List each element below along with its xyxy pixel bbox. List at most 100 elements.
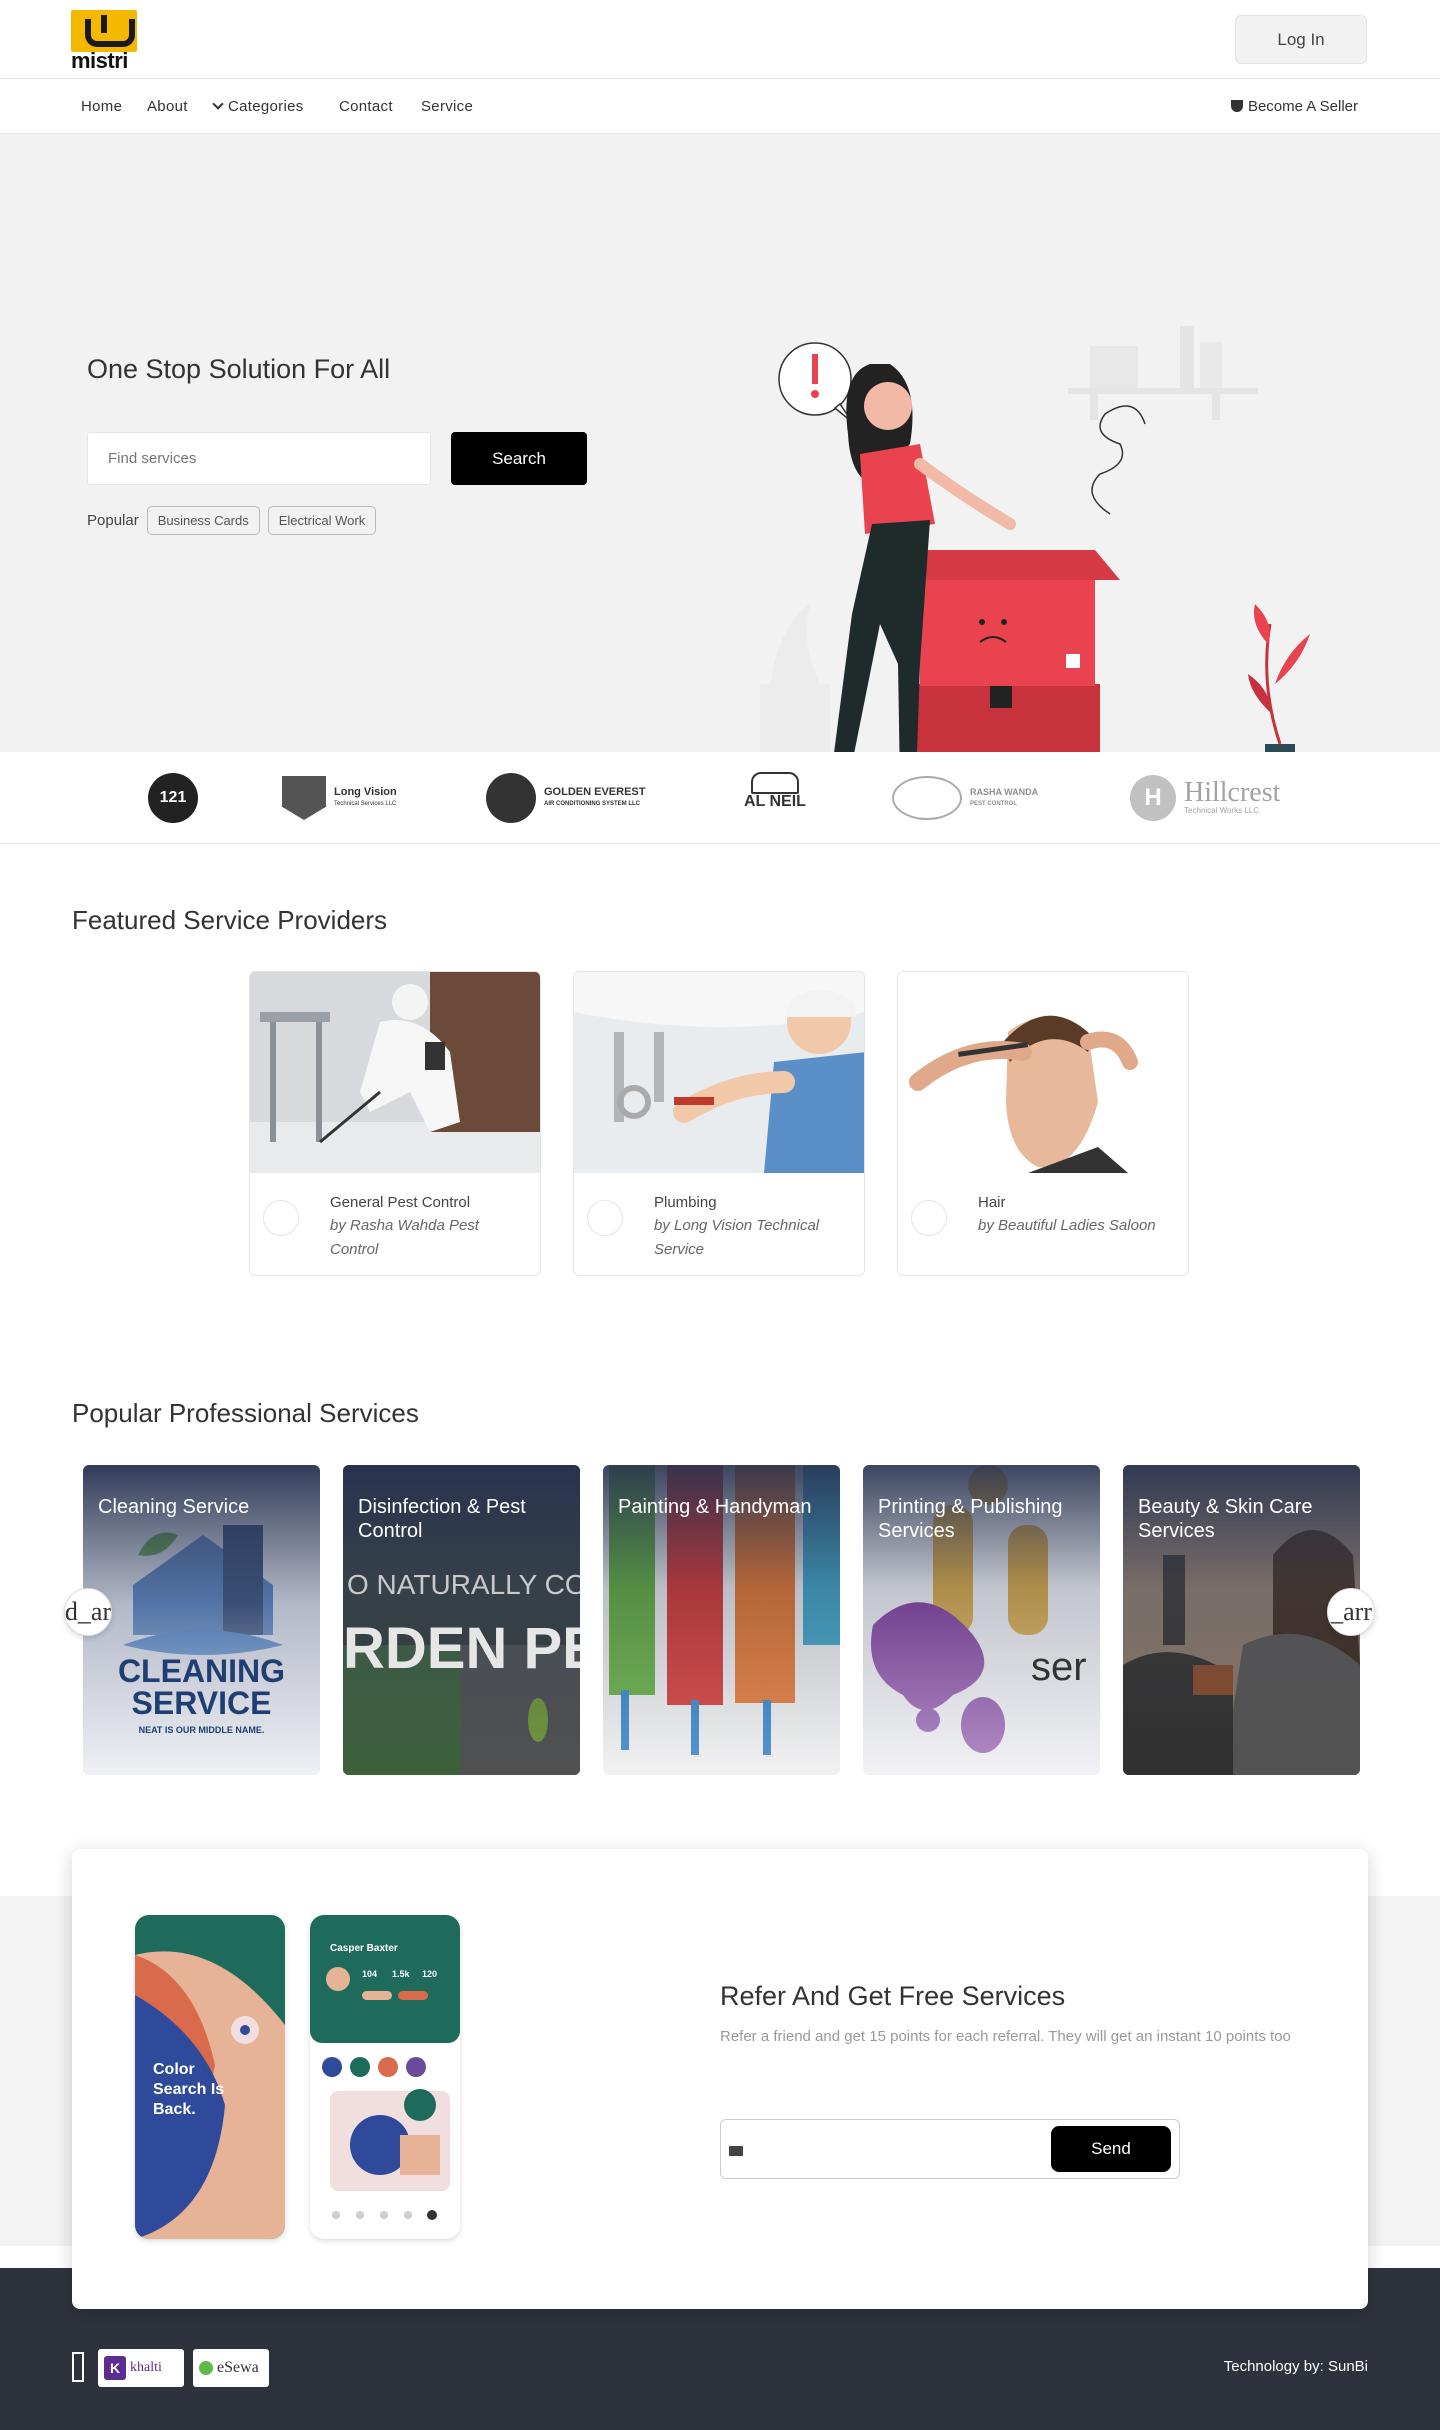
brand-hillcrest-name: Hillcrest — [1184, 777, 1281, 808]
service-card-label: Cleaning Service — [98, 1496, 250, 1518]
hero-title: One Stop Solution For All — [87, 354, 391, 384]
referral-email-field[interactable]: Send — [720, 2119, 1180, 2179]
brand-rasha-wanda: RASHA WANDA PEST CONTROL — [892, 772, 1038, 824]
payment-placeholder-icon — [72, 2352, 84, 2382]
featured-card-title: General Pest Control — [330, 1194, 471, 1211]
become-seller-link[interactable]: Become A Seller — [1230, 98, 1358, 115]
brand-strip: 121 Long Vision Technical Services LLC GO… — [0, 752, 1440, 844]
service-card-painting[interactable]: Painting & Handyman — [603, 1465, 840, 1775]
service-card-label: Printing & Publishing Services — [878, 1496, 1063, 1542]
refer-title: Refer And Get Free Services — [720, 1981, 1066, 2011]
esewa-badge[interactable]: eSewa — [193, 2349, 269, 2387]
carousel-next-icon: _arr — [1330, 1597, 1372, 1626]
phone-mockup-profile: Casper Baxter 104 1.5k 120 — [310, 1915, 460, 2239]
esewa-label: eSewa — [217, 2359, 259, 2376]
brand-rasha-wanda-sub: PEST CONTROL — [970, 801, 1018, 807]
top-header: mistri Log In — [0, 0, 1440, 79]
phone-mockup-color-search: Color Search Is Back. — [135, 1915, 285, 2239]
profile-avatar — [326, 1967, 350, 1991]
featured-card-provider: by Long Vision Technical Service — [654, 1217, 820, 1258]
phone-headline: Color Search Is Back. — [153, 2061, 225, 2118]
plumbing-image — [574, 972, 864, 1173]
cleaning-art-sub: NEAT IS OUR MIDDLE NAME. — [138, 1725, 265, 1735]
nav-categories[interactable]: Categories — [212, 98, 304, 115]
snowflake-logo-icon — [486, 773, 536, 823]
brand-long-vision: Long Vision Technical Services LLC — [282, 772, 397, 824]
profile-name: Casper Baxter — [330, 1943, 398, 1954]
nav-home[interactable]: Home — [81, 98, 122, 115]
brand-hillcrest: H Hillcrest Technical Works LLC — [1130, 772, 1280, 824]
main-nav: Home About Categories Contact Service Be… — [0, 80, 1440, 134]
chevron-down-icon — [212, 98, 224, 110]
service-card-label: Beauty & Skin Care Services — [1138, 1496, 1313, 1542]
carousel-prev-button[interactable]: d_ar — [64, 1588, 112, 1636]
carousel-next-button[interactable]: _arr — [1327, 1588, 1375, 1636]
featured-card[interactable]: Plumbing by Long Vision Technical Servic… — [573, 971, 865, 1276]
tag-electrical-work[interactable]: Electrical Work — [267, 506, 377, 535]
brand-long-vision-sub: Technical Services LLC — [334, 801, 397, 807]
car-logo-icon — [750, 772, 799, 794]
disinfection-art-text2: RDEN PE — [343, 1616, 580, 1681]
logo-text: mistri — [71, 48, 128, 73]
search-button[interactable]: Search — [451, 432, 587, 485]
featured-title: Featured Service Providers — [72, 905, 388, 935]
brand-rasha-wanda-name: RASHA WANDA — [970, 787, 1039, 797]
service-card-label: Painting & Handyman — [618, 1496, 812, 1518]
brand-long-vision-name: Long Vision — [334, 786, 397, 798]
featured-card-title: Plumbing — [654, 1194, 717, 1211]
service-card-cleaning[interactable]: CLEANING SERVICE NEAT IS OUR MIDDLE NAME… — [83, 1465, 320, 1775]
send-button[interactable]: Send — [1051, 2126, 1171, 2172]
nav-service[interactable]: Service — [421, 98, 473, 115]
brand-121-logo-icon: 121 — [148, 773, 198, 823]
bug-logo-icon — [892, 776, 962, 820]
profile-stat: 1.5k — [392, 1969, 410, 1979]
h-logo-icon: H — [1130, 775, 1176, 821]
brand-golden-everest-name: GOLDEN EVEREST — [544, 786, 646, 798]
provider-avatar — [587, 1200, 623, 1236]
nav-about[interactable]: About — [147, 98, 188, 115]
tag-business-cards[interactable]: Business Cards — [146, 506, 260, 535]
disinfection-art-text: O NATURALLY CO — [347, 1569, 580, 1600]
cleaning-art-text: CLEANING SERVICE — [117, 1653, 286, 1721]
featured-card-provider: by Beautiful Ladies Saloon — [978, 1217, 1156, 1234]
trophy-icon — [1230, 100, 1243, 112]
envelope-icon — [729, 2146, 743, 2156]
brand-golden-everest: GOLDEN EVEREST AIR CONDITIONING SYSTEM LL… — [486, 772, 645, 824]
brand-al-neil: AL NEIL — [744, 772, 806, 824]
shield-logo-icon — [282, 776, 326, 820]
khalti-badge[interactable]: K khalti — [98, 2349, 184, 2387]
profile-stat: 120 — [422, 1969, 438, 1979]
popular-services-title: Popular Professional Services — [72, 1398, 419, 1428]
become-seller-label: Become A Seller — [1247, 98, 1358, 115]
hero-section: One Stop Solution For All Search Popular… — [0, 134, 1440, 834]
refer-card: Color Search Is Back. Casper Baxter 104 … — [72, 1849, 1368, 2309]
carousel-prev-icon: d_ar — [64, 1597, 112, 1626]
nav-categories-label: Categories — [228, 98, 304, 115]
login-button[interactable]: Log In — [1235, 15, 1367, 64]
service-card-disinfection[interactable]: O NATURALLY CO RDEN PE Disinfection & Pe… — [343, 1465, 580, 1775]
featured-card-title: Hair — [978, 1194, 1006, 1211]
mistri-logo[interactable]: mistri — [71, 10, 137, 72]
profile-stat: 104 — [362, 1969, 378, 1979]
hair-image — [898, 972, 1188, 1173]
pest-control-image — [250, 972, 540, 1173]
featured-card-provider: by Rasha Wahda Pest Control — [330, 1217, 479, 1258]
nav-contact[interactable]: Contact — [339, 98, 393, 115]
printing-art-text: ser — [1031, 1645, 1087, 1689]
brand-golden-everest-sub: AIR CONDITIONING SYSTEM LLC — [544, 801, 640, 807]
featured-card[interactable]: Hair by Beautiful Ladies Saloon — [897, 971, 1189, 1276]
popular-tags: Popular Business Cards Electrical Work — [87, 506, 377, 535]
esewa-logo-icon — [199, 2361, 213, 2375]
service-card-printing[interactable]: ser Printing & Publishing Services — [863, 1465, 1100, 1775]
service-card-label: Disinfection & Pest Control — [358, 1496, 526, 1542]
provider-avatar — [911, 1200, 947, 1236]
featured-card[interactable]: General Pest Control by Rasha Wahda Pest… — [249, 971, 541, 1276]
technology-credit: Technology by: SunBi — [1223, 2358, 1368, 2375]
khalti-logo-icon: K — [104, 2356, 126, 2380]
logo-mark-icon — [71, 10, 137, 52]
service-search-input[interactable] — [87, 432, 431, 485]
khalti-label: khalti — [130, 2360, 162, 2375]
service-card-beauty[interactable]: Beauty & Skin Care Services — [1123, 1465, 1360, 1775]
refer-description: Refer a friend and get 15 points for eac… — [720, 2028, 1291, 2045]
provider-avatar — [263, 1200, 299, 1236]
